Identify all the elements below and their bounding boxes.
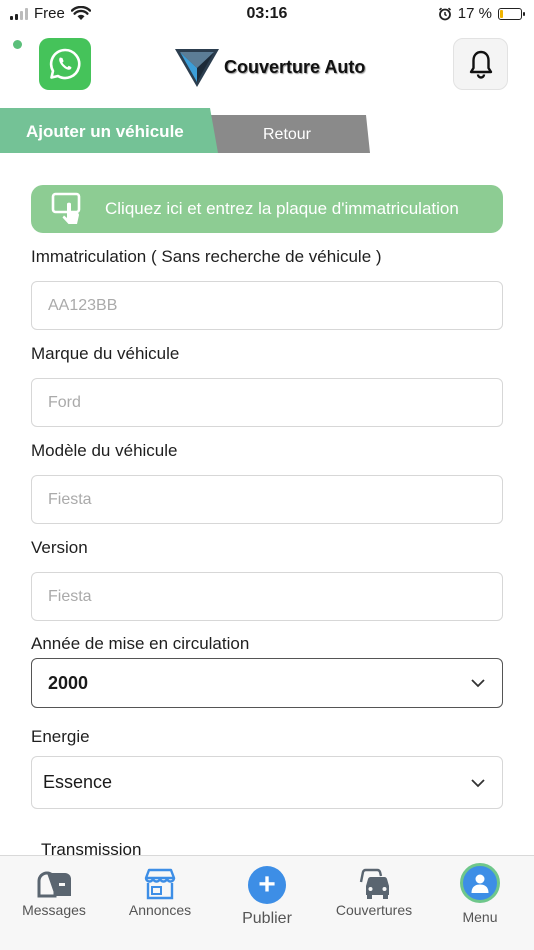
year-value: 2000	[48, 672, 89, 693]
storefront-icon	[120, 866, 200, 902]
logo-mark-icon	[175, 49, 219, 87]
nav-messages[interactable]: Messages	[14, 866, 94, 918]
energy-label: Energie	[31, 727, 90, 746]
user-icon	[471, 874, 489, 893]
registration-label: Immatriculation ( Sans recherche de véhi…	[31, 247, 382, 266]
nav-annonces[interactable]: Annonces	[120, 866, 200, 918]
notifications-button[interactable]	[453, 38, 508, 90]
chevron-down-icon	[471, 679, 485, 688]
plus-icon: +	[248, 866, 286, 904]
chevron-down-icon	[471, 778, 485, 787]
model-label: Modèle du véhicule	[31, 441, 178, 460]
version-label: Version	[31, 538, 88, 557]
brand-label: Marque du véhicule	[31, 344, 180, 363]
avatar	[460, 863, 500, 903]
mailbox-icon	[14, 866, 94, 902]
app-screen: Free 03:16 17 % Couverture Auto Retour A…	[0, 0, 534, 950]
nav-menu[interactable]: Menu	[448, 862, 512, 925]
year-label: Année de mise en circulation	[31, 634, 250, 653]
cars-icon	[326, 864, 422, 902]
nav-messages-label: Messages	[22, 902, 86, 918]
year-select[interactable]: 2000	[31, 658, 503, 708]
logo-text: Couverture Auto	[224, 56, 366, 77]
nav-annonces-label: Annonces	[128, 902, 192, 918]
model-input[interactable]	[31, 475, 503, 524]
brand-input[interactable]	[31, 378, 503, 427]
tap-icon	[31, 191, 105, 227]
app-logo: Couverture Auto	[174, 46, 365, 88]
energy-value: Essence	[43, 772, 113, 792]
bell-icon	[469, 50, 492, 79]
battery-fill	[500, 9, 503, 18]
online-indicator	[13, 40, 22, 49]
nav-couvertures[interactable]: Couvertures	[326, 864, 422, 918]
nav-couvertures-label: Couvertures	[335, 902, 413, 918]
version-input[interactable]	[31, 572, 503, 621]
plate-lookup-label: Cliquez ici et entrez la plaque d'immatr…	[105, 199, 459, 218]
registration-input[interactable]	[31, 281, 503, 330]
plate-lookup-button[interactable]: Cliquez ici et entrez la plaque d'immatr…	[31, 185, 503, 233]
back-tab[interactable]: Retour	[204, 115, 370, 153]
whatsapp-icon	[49, 48, 81, 80]
battery-percent: 17 %	[457, 5, 492, 22]
nav-publier-label: Publier	[242, 910, 292, 927]
status-bar: Free 03:16 17 %	[0, 0, 534, 28]
alarm-icon	[438, 7, 451, 20]
whatsapp-button[interactable]	[39, 38, 91, 90]
nav-menu-label: Menu	[462, 909, 498, 925]
tab-add-vehicle[interactable]: Ajouter un véhicule	[0, 108, 218, 153]
status-right: 17 %	[438, 5, 525, 22]
bottom-nav: Messages Annonces + Publier Couvertures …	[0, 855, 534, 950]
energy-select[interactable]: Essence	[31, 756, 503, 809]
nav-publier[interactable]: + Publier	[226, 864, 308, 928]
battery-icon	[498, 7, 525, 20]
